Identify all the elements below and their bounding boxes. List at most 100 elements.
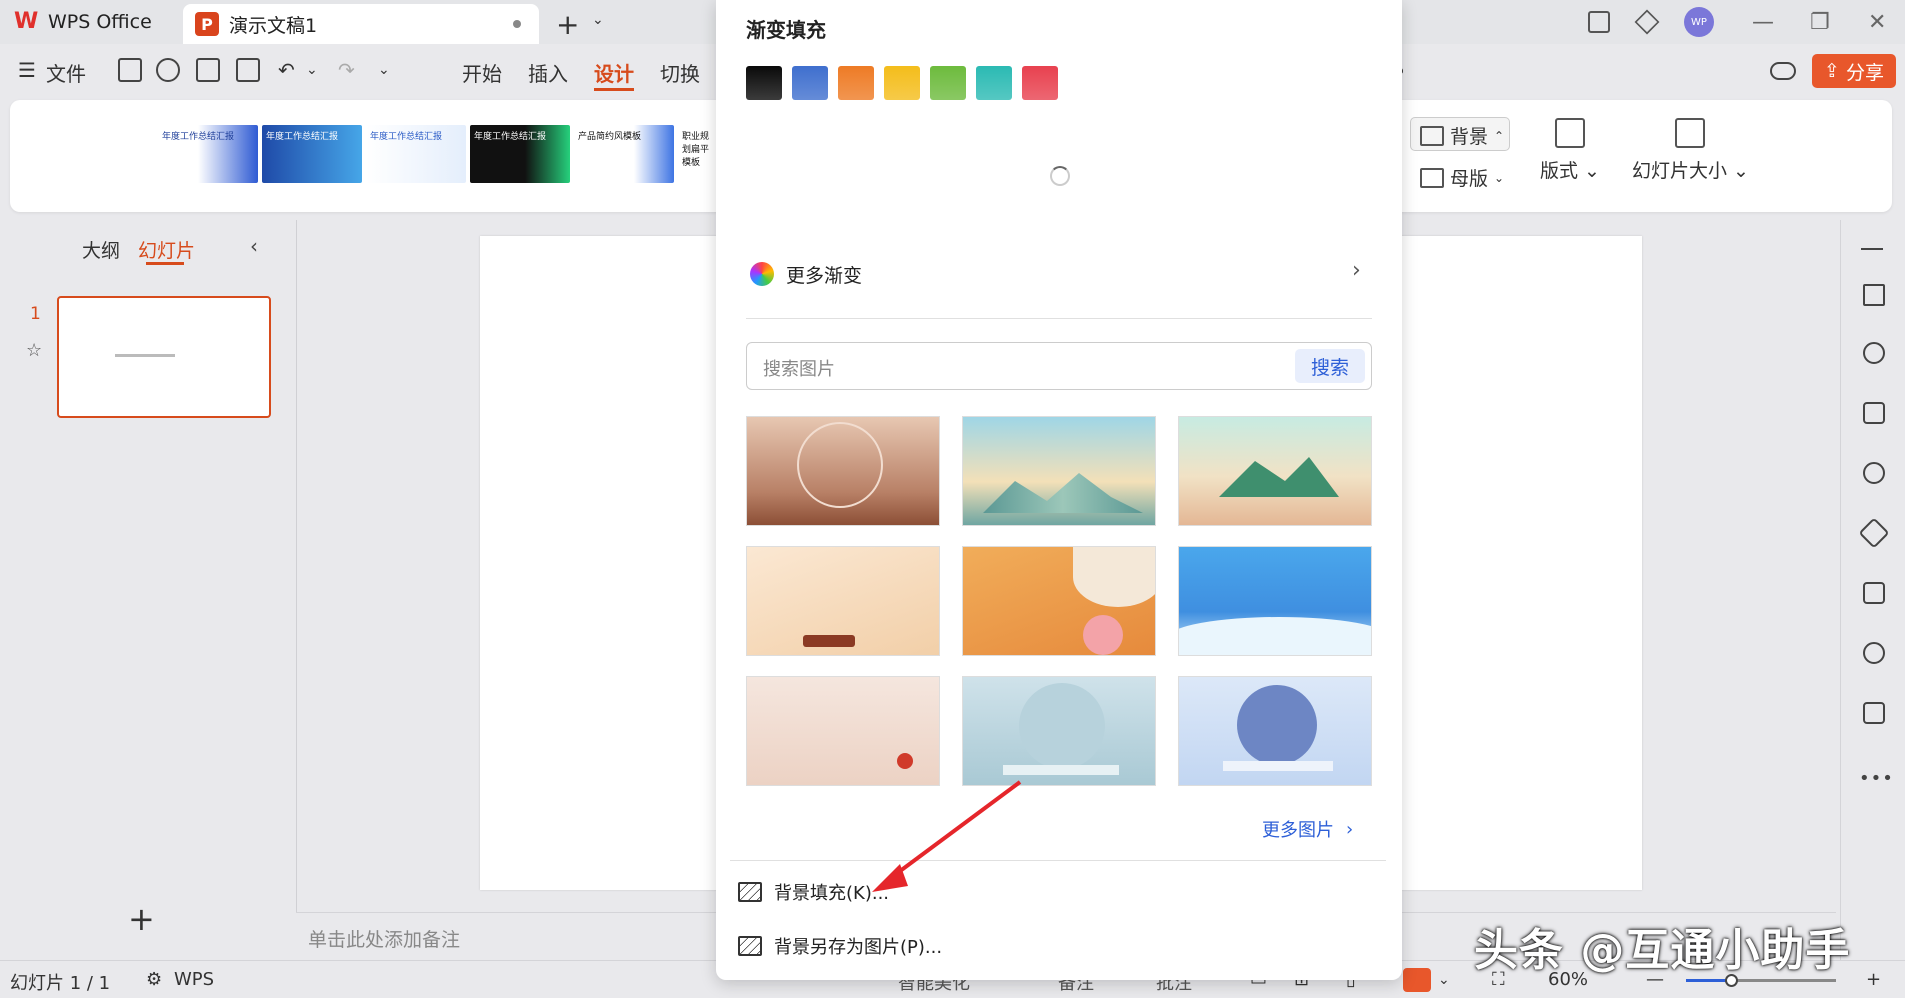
background-image-option[interactable] xyxy=(746,416,940,526)
background-image-option[interactable] xyxy=(746,546,940,656)
tab-start[interactable]: 开始 xyxy=(462,58,502,87)
tab-slides[interactable]: 幻灯片 xyxy=(138,236,195,263)
background-image-option[interactable] xyxy=(962,546,1156,656)
wps-logo-icon: W xyxy=(14,9,39,34)
more-gradients-item[interactable]: 更多渐变 xyxy=(750,258,1376,290)
hamburger-icon[interactable]: ☰ xyxy=(18,58,36,82)
tab-outline[interactable]: 大纲 xyxy=(82,236,120,263)
new-tab-dropdown-icon[interactable]: ⌄ xyxy=(592,12,604,28)
layout-button[interactable]: 版式 ⌄ xyxy=(1540,118,1600,183)
zoom-slider[interactable] xyxy=(1686,974,1836,987)
app-home-tab[interactable]: W WPS Office xyxy=(0,0,175,44)
undo-dropdown-icon[interactable]: ⌄ xyxy=(306,62,318,78)
slide-size-button[interactable]: 幻灯片大小 ⌄ xyxy=(1632,118,1749,183)
collapse-sidebar-icon[interactable] xyxy=(1861,248,1883,250)
tools-icon[interactable] xyxy=(1858,517,1890,549)
template-thumb[interactable]: 年度工作总结汇报 xyxy=(470,125,570,183)
print-icon[interactable] xyxy=(196,58,220,82)
wps-label[interactable]: WPS xyxy=(174,969,214,990)
unsaved-dot-icon[interactable] xyxy=(513,20,521,28)
cube-icon[interactable] xyxy=(1634,8,1660,36)
background-image-option[interactable] xyxy=(1178,676,1372,786)
template-thumb[interactable]: 年度工作总结汇报 xyxy=(158,125,258,183)
gradient-swatch[interactable] xyxy=(746,66,782,100)
presentation-icon: P xyxy=(195,12,219,36)
print-preview-icon[interactable] xyxy=(236,58,260,82)
format-painter-icon[interactable] xyxy=(156,58,180,82)
play-dropdown-icon[interactable]: ⌄ xyxy=(1438,972,1450,988)
master-label: 母版 xyxy=(1450,168,1489,190)
background-image-option[interactable] xyxy=(1178,416,1372,526)
minimize-icon[interactable]: — xyxy=(1752,8,1774,36)
active-tab-indicator xyxy=(594,88,634,91)
gradient-swatch[interactable] xyxy=(884,66,920,100)
draw-icon[interactable] xyxy=(1863,462,1885,484)
more-icon[interactable]: ••• xyxy=(1859,768,1894,789)
background-image-option[interactable] xyxy=(962,416,1156,526)
annotation-arrow xyxy=(872,780,1022,892)
save-background-label: 背景另存为图片(P)... xyxy=(774,937,943,958)
gradient-swatch[interactable] xyxy=(930,66,966,100)
divider xyxy=(730,860,1386,861)
more-pictures-label: 更多图片 xyxy=(1262,820,1334,841)
close-icon[interactable]: ✕ xyxy=(1868,8,1886,36)
gradient-swatch[interactable] xyxy=(976,66,1012,100)
color-wheel-icon xyxy=(750,262,774,286)
search-button[interactable]: 搜索 xyxy=(1295,349,1365,383)
settings-icon[interactable] xyxy=(1863,702,1885,724)
star-icon[interactable]: ☆ xyxy=(26,340,42,361)
template-thumb[interactable]: 产品简约风模板 xyxy=(574,125,674,183)
chevron-right-icon: › xyxy=(1352,258,1361,283)
save-icon[interactable] xyxy=(118,58,142,82)
background-image-option[interactable] xyxy=(962,676,1156,786)
share-button[interactable]: ⇪ 分享 xyxy=(1812,54,1896,88)
book-icon[interactable] xyxy=(1863,582,1885,604)
save-image-icon xyxy=(738,936,762,956)
template-thumb[interactable]: 年度工作总结汇报 xyxy=(366,125,466,183)
avatar[interactable]: WP xyxy=(1684,7,1714,37)
restore-icon[interactable]: ❐ xyxy=(1810,8,1830,36)
layout-icon xyxy=(1554,118,1585,148)
undo-icon[interactable]: ↶ xyxy=(278,58,295,82)
gradient-swatch[interactable] xyxy=(1022,66,1058,100)
star-icon[interactable] xyxy=(1863,342,1885,364)
search-input[interactable]: 搜索图片 xyxy=(763,355,835,381)
more-dropdown-icon[interactable]: ⌄ xyxy=(378,62,390,78)
wps-badge-icon[interactable]: ⚙ xyxy=(146,969,162,990)
watermark: 头条 @互通小助手 xyxy=(1474,925,1851,976)
document-tab[interactable]: P 演示文稿1 xyxy=(183,4,539,44)
panel-divider xyxy=(296,220,297,960)
template-thumb[interactable]: 职业规划扁平模板 xyxy=(678,125,718,183)
menu-file[interactable]: 文件 xyxy=(46,58,86,87)
slide-thumbnail[interactable] xyxy=(57,296,271,418)
share-label: 分享 xyxy=(1845,61,1884,84)
design-templates-gallery[interactable]: 年度工作总结汇报 年度工作总结汇报 年度工作总结汇报 年度工作总结汇报 产品简约… xyxy=(158,125,718,189)
tab-insert[interactable]: 插入 xyxy=(528,58,568,87)
save-background-as-image-item[interactable]: 背景另存为图片(P)... xyxy=(738,928,942,964)
zoom-in-icon[interactable]: + xyxy=(1866,969,1881,990)
redo-icon[interactable]: ↷ xyxy=(338,58,355,82)
adjust-icon[interactable] xyxy=(1863,284,1885,306)
new-tab-plus-icon[interactable]: + xyxy=(556,8,579,41)
tab-transition[interactable]: 切换 xyxy=(660,58,700,87)
play-slideshow-button[interactable] xyxy=(1403,968,1431,992)
template-thumb[interactable]: 年度工作总结汇报 xyxy=(262,125,362,183)
layout-icon[interactable] xyxy=(1588,8,1610,36)
background-image-option[interactable] xyxy=(746,676,940,786)
add-slide-icon[interactable]: + xyxy=(128,900,155,938)
background-label-group: 背景 ⌃ xyxy=(1420,122,1504,149)
tab-design[interactable]: 设计 xyxy=(594,58,634,87)
notes-placeholder: 单击此处添加备注 xyxy=(308,929,461,951)
layout-label: 版式 xyxy=(1540,160,1579,182)
gradient-swatch[interactable] xyxy=(792,66,828,100)
copy-icon[interactable] xyxy=(1863,402,1885,424)
gradient-swatch[interactable] xyxy=(838,66,874,100)
more-pictures-link[interactable]: 更多图片 › xyxy=(1262,816,1353,842)
background-image-option[interactable] xyxy=(1178,546,1372,656)
help-icon[interactable] xyxy=(1863,642,1885,664)
cloud-icon[interactable] xyxy=(1770,62,1796,80)
master-icon xyxy=(1420,167,1444,188)
collapse-panel-icon[interactable]: ‹ xyxy=(250,234,258,258)
gradient-swatches xyxy=(746,66,1058,100)
master-button[interactable]: 母版 ⌄ xyxy=(1420,164,1504,191)
